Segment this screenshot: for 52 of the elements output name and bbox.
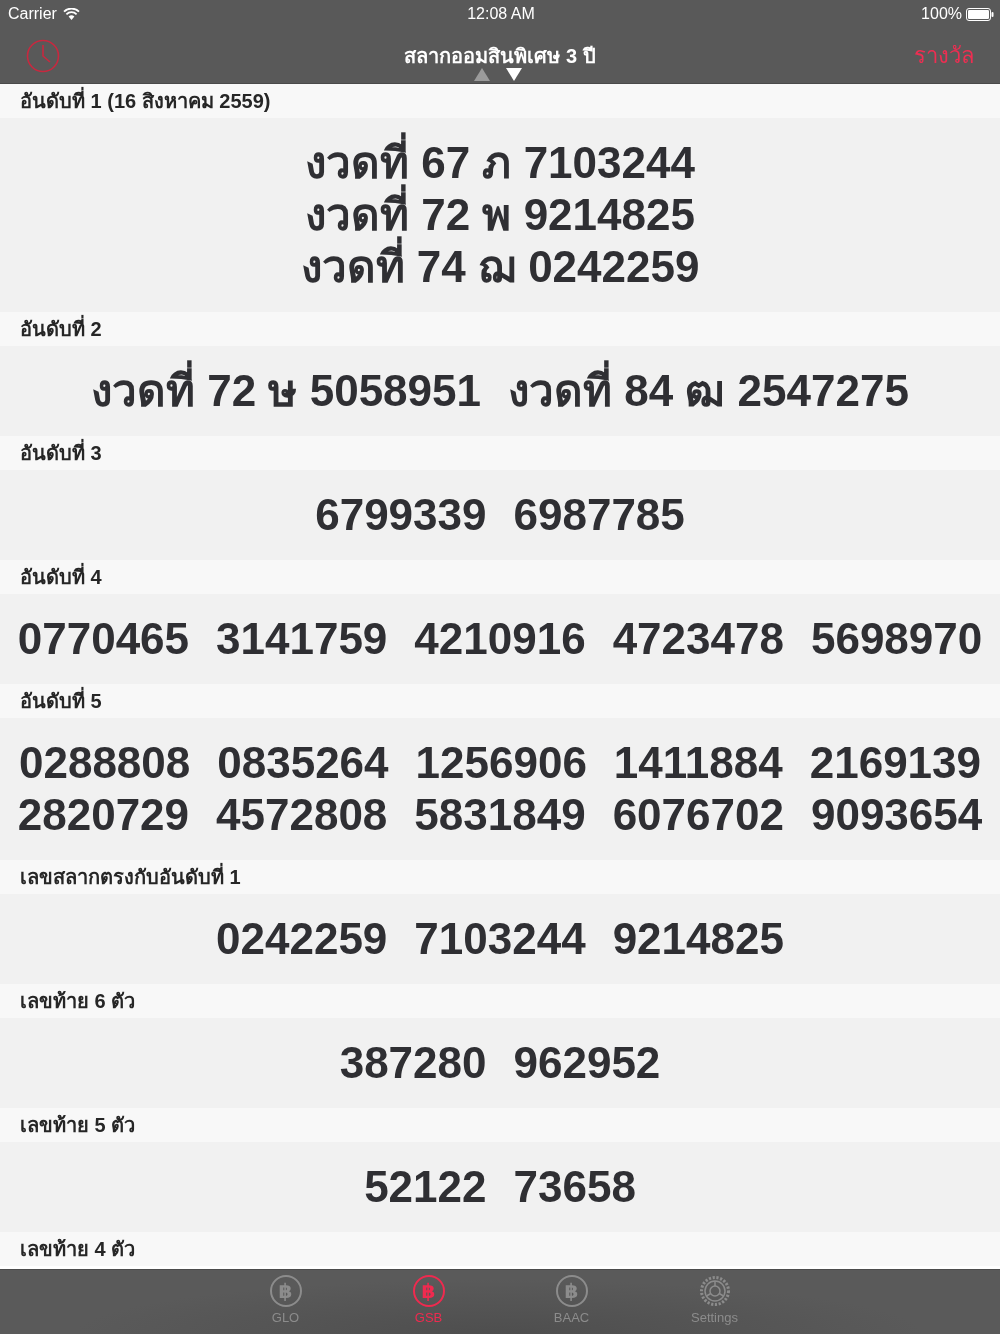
lottery-number: 0770465 [17, 613, 190, 665]
nav-title: สลากออมสินพิเศษ 3 ปี [404, 43, 596, 68]
clock-time: 12:08 AM [467, 5, 535, 23]
carrier-label: Carrier [8, 5, 57, 23]
tab-item[interactable]: ฿ BAAC [500, 1270, 643, 1334]
lottery-number: 3141759 [216, 613, 388, 665]
battery-percent: 100% [921, 5, 962, 23]
lottery-number: 387280 [339, 1037, 487, 1089]
wifi-icon [62, 8, 80, 20]
prizes-button[interactable]: รางวัล [914, 38, 974, 73]
baht-coin-icon: ฿ [555, 1275, 588, 1307]
section-title: อันดับที่ 4 [20, 561, 102, 593]
lottery-number: 0242259 [216, 913, 388, 965]
lottery-number: 6987785 [513, 489, 685, 541]
section-title: เลขท้าย 6 ตัว [20, 989, 136, 1014]
lottery-number: งวดที่ 72 ษ 5058951 [91, 355, 481, 417]
section-title: อันดับที่ 3 [20, 437, 102, 469]
battery-icon [966, 7, 994, 21]
tab-item[interactable]: ฿ GSB [357, 1270, 500, 1334]
clock-icon[interactable] [26, 38, 60, 73]
lottery-number: 962952 [513, 1037, 661, 1089]
lottery-number: 52122 [364, 1161, 487, 1213]
lottery-number: 1411884 [613, 737, 783, 789]
lottery-number: 5831849 [414, 789, 586, 841]
down-triangle-icon[interactable] [506, 68, 522, 81]
lottery-number: 4572808 [216, 789, 388, 841]
section-title: อันดับที่ 1 (16 สิงหาคม 2559) [20, 85, 271, 117]
lottery-number: 7103244 [414, 913, 586, 965]
baht-coin-icon: ฿ [412, 1275, 445, 1307]
lottery-number: 2169139 [809, 737, 982, 789]
lottery-number: 4210916 [414, 613, 586, 665]
lottery-number: 1256906 [415, 737, 587, 789]
section-title: อันดับที่ 5 [20, 685, 102, 717]
lottery-number: งวดที่ 84 ฒ 2547275 [508, 355, 909, 417]
section-title: เลขสลากตรงกับอันดับที่ 1 [20, 861, 241, 893]
lottery-number: 4723478 [612, 613, 784, 665]
section-title: อันดับที่ 2 [20, 313, 102, 345]
tab-item[interactable]: ฿ GLO [214, 1270, 357, 1334]
lottery-number: 6076702 [612, 789, 784, 841]
lottery-number: 0835264 [217, 737, 389, 789]
section-title: เลขท้าย 5 ตัว [20, 1113, 136, 1138]
tab-item[interactable]: Settings [643, 1270, 786, 1334]
lottery-number: 9093654 [810, 789, 983, 841]
lottery-number: 0288808 [18, 737, 191, 789]
lottery-number: 9214825 [612, 913, 784, 965]
settings-icon [698, 1275, 731, 1307]
lottery-number: 5698970 [810, 613, 983, 665]
baht-coin-icon: ฿ [269, 1275, 302, 1307]
lottery-number: 6799339 [315, 489, 487, 541]
lottery-number: 2820729 [17, 789, 190, 841]
section-title: เลขท้าย 4 ตัว [20, 1237, 136, 1262]
lottery-number: 73658 [513, 1161, 636, 1213]
